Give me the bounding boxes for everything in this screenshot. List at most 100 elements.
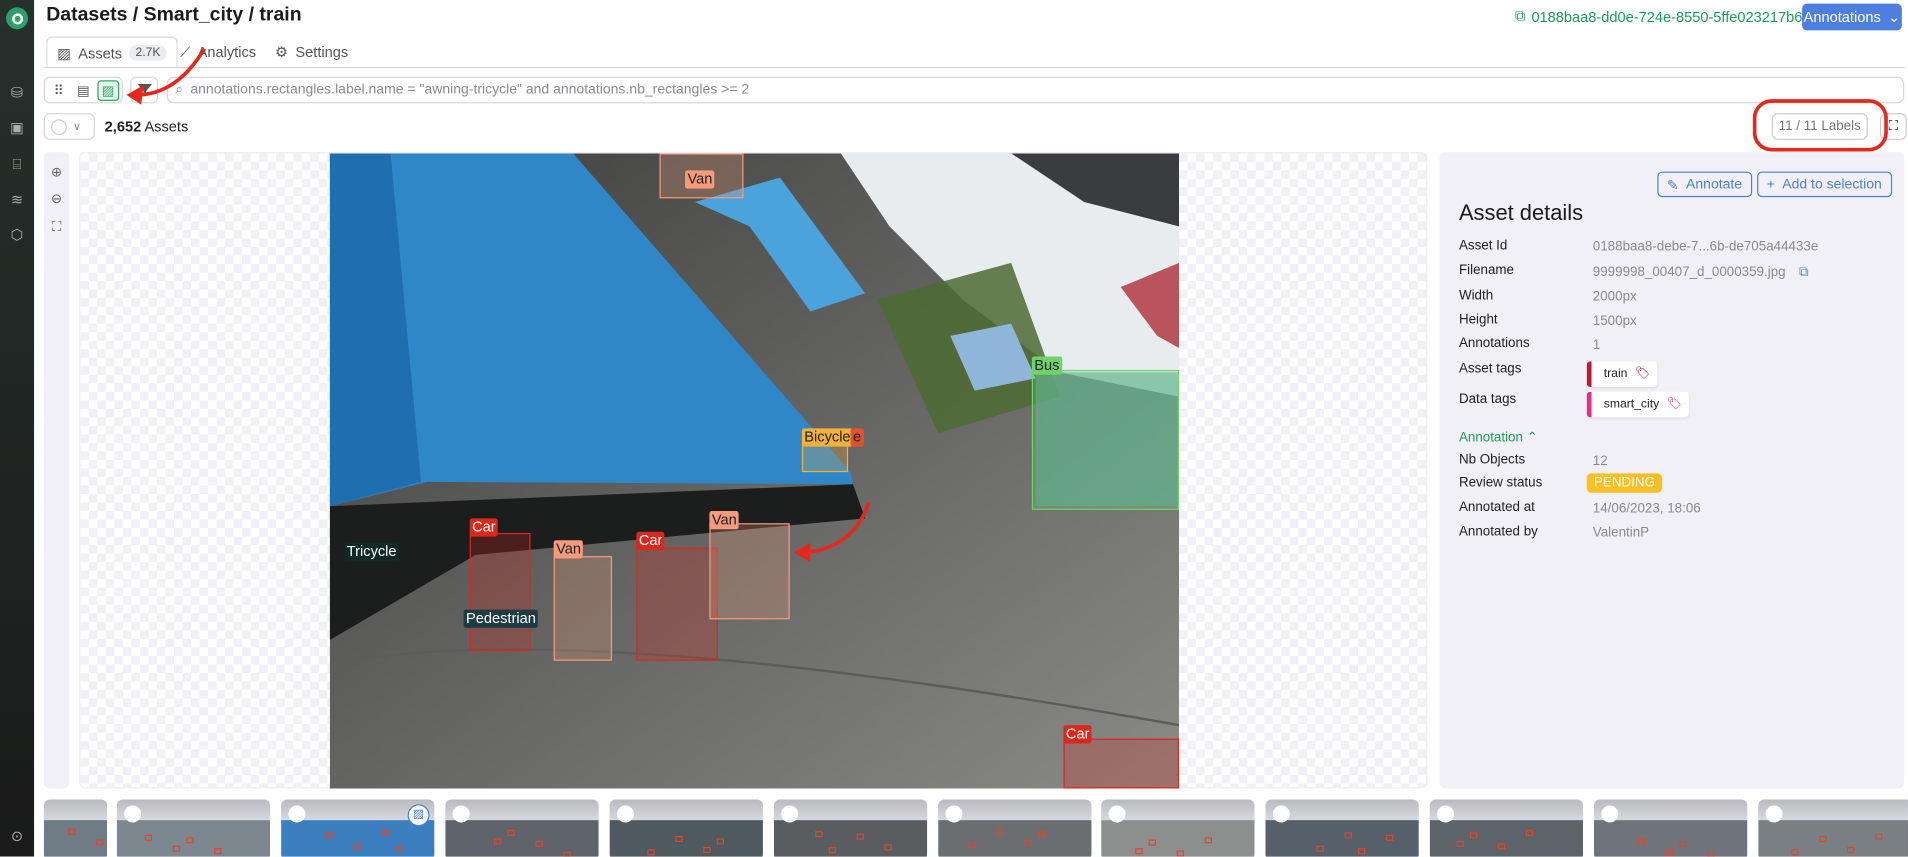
thumbnail[interactable]: ▨ xyxy=(281,799,435,857)
zoom-in-icon[interactable]: ⊕ xyxy=(47,164,65,182)
fullscreen-button[interactable]: ⛶ xyxy=(1879,113,1907,140)
thumbnail-box xyxy=(1176,850,1184,857)
tab-label: Settings xyxy=(295,43,349,61)
field-label: Annotations xyxy=(1458,335,1530,351)
table-view-button[interactable]: ▤ xyxy=(72,80,94,101)
thumbnail-box xyxy=(1525,829,1534,836)
thumbnail-box xyxy=(1204,837,1212,844)
thumbnail[interactable] xyxy=(445,799,599,857)
annotation-section-toggle[interactable]: Annotation ⌃ xyxy=(1459,430,1538,446)
search-icon: ⌕ xyxy=(175,82,184,97)
field-label: Data tags xyxy=(1458,391,1517,407)
thumbnail[interactable] xyxy=(773,799,928,857)
annotation-box[interactable] xyxy=(1031,369,1180,510)
thumbnail-box xyxy=(1385,834,1394,841)
thumbnail-box xyxy=(1357,848,1366,855)
copy-icon[interactable]: ⧉ xyxy=(1799,265,1809,280)
thumbnail-checkbox[interactable] xyxy=(1108,805,1126,823)
width-value: 2000px xyxy=(1592,289,1637,305)
thumbnail[interactable] xyxy=(1265,799,1419,857)
thumbnail-box xyxy=(1847,846,1855,853)
cube-deploy-icon[interactable]: ⬡ xyxy=(7,225,26,244)
thumbnail-box xyxy=(1875,833,1883,840)
annotation-box[interactable] xyxy=(1063,738,1180,789)
tab-settings[interactable]: ⚙ Settings xyxy=(275,37,348,69)
asset-count: 2,652 Assets xyxy=(104,118,189,136)
annotation-box[interactable] xyxy=(801,444,849,473)
asset-id-value: 0188baa8-debe-7...6b-de705a44433e xyxy=(1592,239,1819,255)
thumbnail-box xyxy=(563,851,571,857)
thumbnail-checkbox[interactable] xyxy=(124,805,142,823)
search-input[interactable]: ⌕ annotations.rectangles.label.name = "aw… xyxy=(166,76,1905,104)
annotate-button[interactable]: ✎ Annotate xyxy=(1657,171,1752,198)
annotation-box[interactable] xyxy=(636,547,718,661)
thumbnail[interactable] xyxy=(1758,799,1908,857)
thumbnail-box xyxy=(172,845,181,852)
review-status-badge: PENDING xyxy=(1586,473,1663,493)
thumbnail-box xyxy=(354,843,362,850)
asset-tag[interactable]: train 🏷︎ xyxy=(1586,361,1658,387)
thumbnail-box xyxy=(1135,848,1143,855)
thumbnail-box xyxy=(1344,832,1352,839)
data-tag[interactable]: smart_city 🏷︎ xyxy=(1586,391,1690,418)
thumbnail-box xyxy=(1665,849,1674,856)
play-circle-icon[interactable]: ⊙ xyxy=(7,826,26,845)
thumbnail-box xyxy=(395,845,403,852)
add-to-selection-button[interactable]: + Add to selection xyxy=(1757,171,1892,198)
thumbnail-checkbox[interactable] xyxy=(781,805,799,823)
presentation-icon[interactable]: ⌸ xyxy=(7,155,26,174)
layers-icon[interactable]: ≋ xyxy=(7,190,26,209)
thumbnail-box xyxy=(1024,839,1032,846)
field-label: Annotated at xyxy=(1458,500,1535,515)
image-icon[interactable]: ▣ xyxy=(7,118,26,137)
dataset-id-copy[interactable]: ⧉ 0188baa8-dd0e-724e-8550-5ffe023217b6 xyxy=(1515,7,1802,25)
thumbnail[interactable] xyxy=(116,799,271,857)
grid-view-button[interactable]: ⠿ xyxy=(47,80,69,101)
image-view-button[interactable]: ▨ xyxy=(96,79,120,101)
annotation-box[interactable] xyxy=(553,556,613,661)
tab-analytics[interactable]: ⟋ Analytics xyxy=(180,37,256,69)
field-label: Height xyxy=(1458,312,1498,328)
checkbox[interactable] xyxy=(51,118,67,135)
thumbnail-checkbox[interactable] xyxy=(945,805,963,823)
select-all-dropdown[interactable]: ∨ xyxy=(43,113,95,140)
filter-button[interactable] xyxy=(130,76,159,104)
tab-assets[interactable]: ▨ Assets 2.7K xyxy=(46,36,178,69)
annotation-box[interactable] xyxy=(469,532,531,651)
asset-image[interactable]: Van Bus Bicycle e Car Pedestrian Van Car Van Tric… xyxy=(329,153,1180,789)
thumbnail-checkbox[interactable] xyxy=(1601,805,1619,823)
thumbnail[interactable] xyxy=(43,799,108,857)
thumbnail-checkbox[interactable] xyxy=(616,805,634,823)
database-icon[interactable]: ⛁ xyxy=(7,83,26,102)
thumbnail-checkbox[interactable] xyxy=(1272,805,1290,823)
thumbnail-image xyxy=(43,820,108,857)
fit-screen-icon[interactable]: ⛶ xyxy=(47,219,65,237)
thumbnail-image xyxy=(281,820,435,857)
thumbnail-box xyxy=(815,831,823,838)
annotation-box[interactable] xyxy=(709,523,790,620)
annotation-label: Car xyxy=(636,531,665,550)
zoom-out-icon[interactable]: ⊖ xyxy=(47,191,65,209)
annotation-label: Van xyxy=(685,170,715,189)
thumbnail[interactable] xyxy=(938,799,1092,857)
pencil-icon: ✎ xyxy=(1667,178,1679,193)
thumbnail-checkbox[interactable] xyxy=(1765,805,1783,823)
breadcrumb[interactable]: Datasets / Smart_city / train xyxy=(46,5,301,27)
labels-filter-button[interactable]: 11 / 11 Labels xyxy=(1771,113,1868,140)
thumbnail[interactable] xyxy=(1429,799,1584,857)
divider xyxy=(43,66,1906,69)
image-icon: ▨ xyxy=(57,44,71,62)
app-logo[interactable] xyxy=(6,7,28,30)
thumbnail[interactable] xyxy=(609,799,763,857)
thumbnail[interactable] xyxy=(1101,799,1255,857)
thumbnail-checkbox[interactable] xyxy=(1437,805,1455,823)
thumbnail-box xyxy=(1791,849,1799,856)
annotations-dropdown-button[interactable]: Annotations ⌄ xyxy=(1802,3,1902,31)
thumbnail-box xyxy=(884,844,892,851)
annotations-value: 1 xyxy=(1592,338,1601,353)
thumbnail[interactable] xyxy=(1594,799,1748,857)
thumbnail-box xyxy=(382,829,390,836)
thumbnail-checkbox[interactable] xyxy=(288,805,306,823)
thumbnail-checkbox[interactable] xyxy=(452,805,470,823)
thumbnail-image xyxy=(609,820,763,857)
